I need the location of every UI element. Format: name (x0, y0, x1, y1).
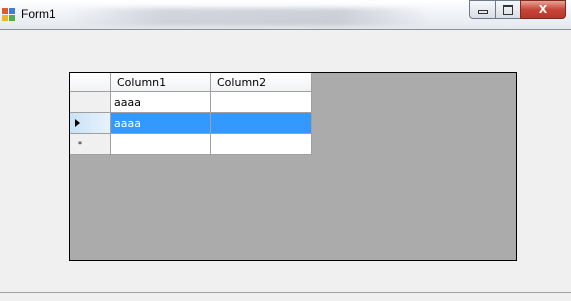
table-row[interactable]: aaaa (70, 92, 312, 113)
table-row-selected[interactable]: aaaa (70, 113, 312, 134)
column-header-row: Column1 Column2 (70, 73, 312, 92)
title-bar[interactable]: Form1 X (0, 0, 571, 30)
close-icon: X (538, 3, 548, 16)
new-row-star-icon: * (78, 139, 82, 149)
minimize-button[interactable] (469, 0, 495, 19)
data-grid-view[interactable]: Column1 Column2 aaaa aaaa * (69, 72, 517, 261)
table-cell-column1[interactable] (111, 134, 211, 155)
new-row[interactable]: * (70, 134, 312, 155)
form-app-icon[interactable] (2, 8, 16, 22)
title-bar-blur (70, 8, 430, 26)
column-header-column2[interactable]: Column2 (211, 73, 312, 92)
window-title: Form1 (21, 7, 56, 21)
top-left-header-cell[interactable] (70, 73, 111, 92)
current-row-arrow-icon (74, 119, 80, 127)
row-header-current[interactable] (70, 113, 111, 134)
close-button[interactable]: X (520, 0, 566, 19)
table-cell-column1[interactable]: aaaa (111, 113, 211, 134)
table-cell-column2[interactable] (211, 92, 312, 113)
caption-buttons: X (469, 0, 566, 19)
minimize-icon (477, 10, 488, 14)
table-cell-column2[interactable] (211, 134, 312, 155)
table-cell-column1[interactable]: aaaa (111, 92, 211, 113)
row-header[interactable] (70, 92, 111, 113)
row-header-new[interactable]: * (70, 134, 111, 155)
table-cell-column2[interactable] (211, 113, 312, 134)
maximize-button[interactable] (495, 0, 520, 19)
maximize-icon (503, 4, 513, 15)
column-header-column1[interactable]: Column1 (111, 73, 211, 92)
